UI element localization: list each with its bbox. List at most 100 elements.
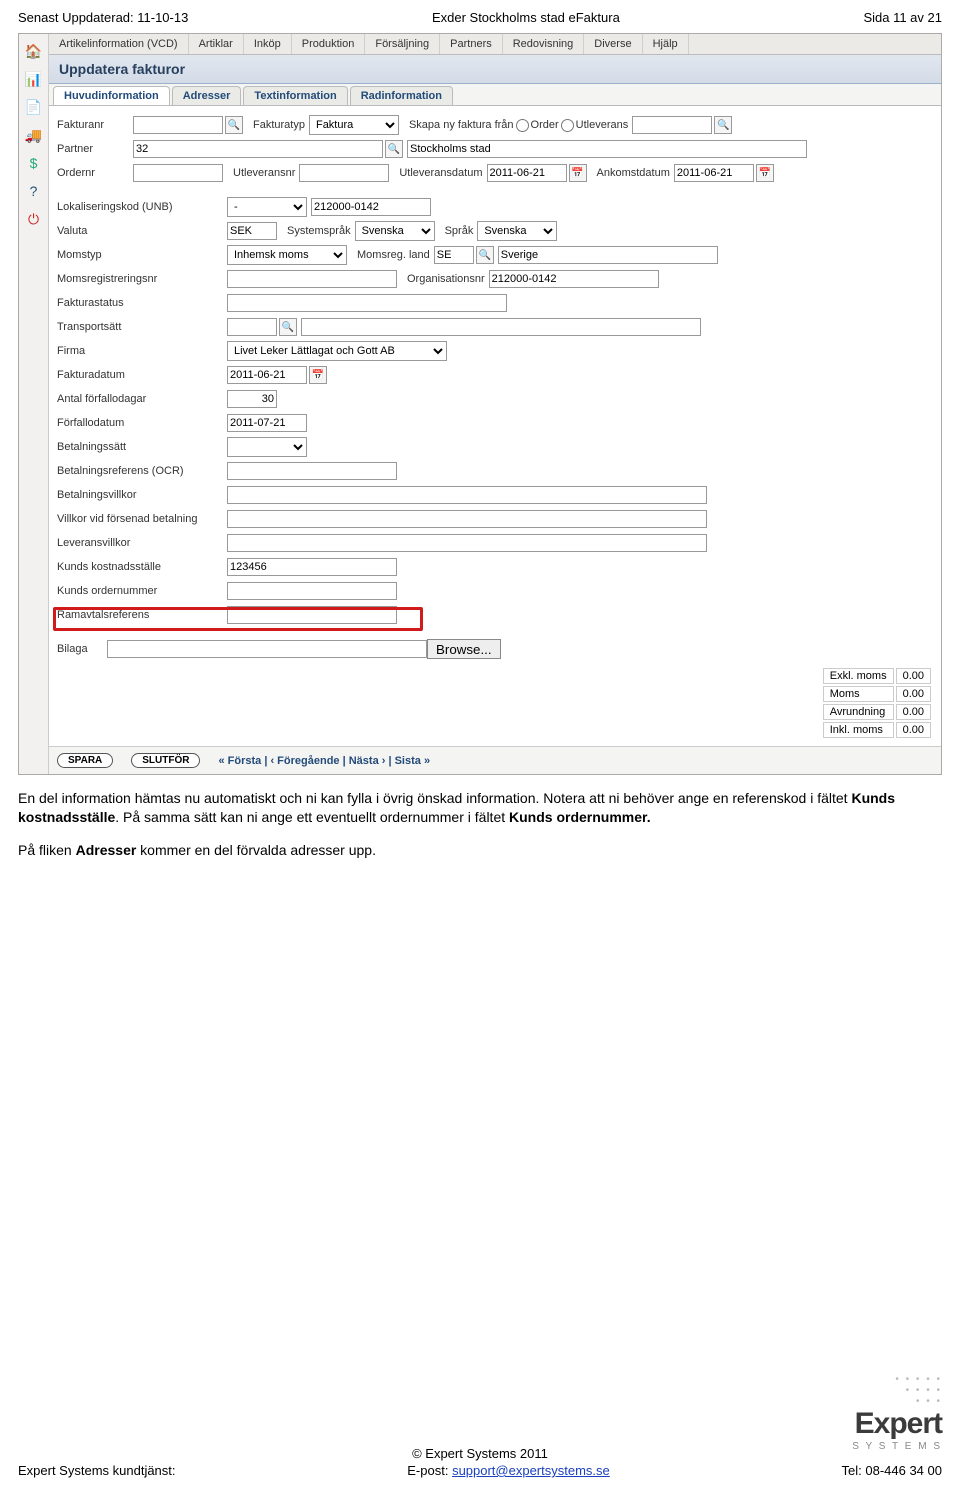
utleveransdatum-input[interactable] xyxy=(487,164,567,182)
menu-hjalp[interactable]: Hjälp xyxy=(643,34,689,54)
forfallodagar-input[interactable] xyxy=(227,390,277,408)
calendar-icon[interactable]: 📅 xyxy=(309,366,327,384)
bilaga-input[interactable] xyxy=(107,640,427,658)
lok-input[interactable] xyxy=(311,198,431,216)
valuta-label: Valuta xyxy=(57,225,227,237)
home-icon[interactable]: 🏠 xyxy=(23,40,45,62)
footer-copyright: © Expert Systems 2011 xyxy=(18,1446,942,1461)
sysspr-select[interactable]: Svenska xyxy=(355,221,435,241)
spara-button[interactable]: SPARA xyxy=(57,753,113,768)
utleveransdatum-label: Utleveransdatum xyxy=(399,167,482,179)
betalvillkor-input[interactable] xyxy=(227,486,707,504)
forfallodatum-input[interactable] xyxy=(227,414,307,432)
skapa-label: Skapa ny faktura från xyxy=(409,119,514,131)
sprak-label: Språk xyxy=(445,225,474,237)
tab-huvudinformation[interactable]: Huvudinformation xyxy=(53,86,170,105)
kundordernr-input[interactable] xyxy=(227,582,397,600)
radio-order[interactable] xyxy=(516,119,529,132)
page-title: Uppdatera fakturor xyxy=(49,55,941,84)
totals-table: Exkl. moms0.00 Moms0.00 Avrundning0.00 I… xyxy=(821,666,933,740)
ordernr-label: Ordernr xyxy=(57,167,133,179)
app-screenshot: 🏠 📊 📄 🚚 $ ? ⏻ Artikelinformation (VCD) A… xyxy=(18,33,942,775)
valuta-input[interactable] xyxy=(227,222,277,240)
fakturastatus-input[interactable] xyxy=(227,294,507,312)
calendar-icon[interactable]: 📅 xyxy=(569,164,587,182)
search-icon[interactable]: 🔍 xyxy=(279,318,297,336)
footer-right: Tel: 08-446 34 00 xyxy=(842,1463,942,1478)
expert-logo: • • • • •• • • •• • • Expert S Y S T E M… xyxy=(852,1374,942,1452)
truck-icon[interactable]: 🚚 xyxy=(23,124,45,146)
browse-button[interactable]: Browse... xyxy=(427,639,501,659)
footer-left: Expert Systems kundtjänst: xyxy=(18,1463,176,1478)
ocr-input[interactable] xyxy=(227,462,397,480)
momsregnr-label: Momsregistreringsnr xyxy=(57,273,227,285)
menu-inkop[interactable]: Inköp xyxy=(244,34,292,54)
forfallodagar-label: Antal förfallodagar xyxy=(57,393,227,405)
forsenad-input[interactable] xyxy=(227,510,707,528)
menu-vcd[interactable]: Artikelinformation (VCD) xyxy=(49,34,189,54)
dollar-icon[interactable]: $ xyxy=(23,152,45,174)
momsregland-label: Momsreg. land xyxy=(357,249,430,261)
menu-diverse[interactable]: Diverse xyxy=(584,34,642,54)
menu-forsaljning[interactable]: Försäljning xyxy=(365,34,440,54)
power-icon[interactable]: ⏻ xyxy=(23,208,45,230)
body-text: En del information hämtas nu automatiskt… xyxy=(18,789,942,860)
momsregland-input[interactable] xyxy=(434,246,474,264)
doc-icon[interactable]: 📄 xyxy=(23,96,45,118)
forsenad-label: Villkor vid försenad betalning xyxy=(57,513,227,525)
fakturadatum-input[interactable] xyxy=(227,366,307,384)
transport-label: Transportsätt xyxy=(57,321,227,333)
partner-label: Partner xyxy=(57,143,133,155)
tab-adresser[interactable]: Adresser xyxy=(172,86,242,105)
avr-val: 0.00 xyxy=(896,704,931,720)
orgnr-input[interactable] xyxy=(489,270,659,288)
sprak-select[interactable]: Svenska xyxy=(477,221,557,241)
ramavtal-input[interactable] xyxy=(227,606,397,624)
avr-label: Avrundning xyxy=(823,704,894,720)
search-icon[interactable]: 🔍 xyxy=(714,116,732,134)
search-icon[interactable]: 🔍 xyxy=(225,116,243,134)
footer-mid: E-post: support@expertsystems.se xyxy=(407,1463,610,1478)
help-icon[interactable]: ? xyxy=(23,180,45,202)
momstyp-select[interactable]: Inhemsk moms xyxy=(227,245,347,265)
menu-redovisning[interactable]: Redovisning xyxy=(503,34,585,54)
skapa-input[interactable] xyxy=(632,116,712,134)
ankomstdatum-input[interactable] xyxy=(674,164,754,182)
tab-textinformation[interactable]: Textinformation xyxy=(243,86,347,105)
leveransvillkor-input[interactable] xyxy=(227,534,707,552)
ordernr-input[interactable] xyxy=(133,164,223,182)
fakturatyp-select[interactable]: Faktura xyxy=(309,115,399,135)
menu-partners[interactable]: Partners xyxy=(440,34,503,54)
chart-icon[interactable]: 📊 xyxy=(23,68,45,90)
search-icon[interactable]: 🔍 xyxy=(476,246,494,264)
transport-input[interactable] xyxy=(227,318,277,336)
forfallodatum-label: Förfallodatum xyxy=(57,417,227,429)
partner-input[interactable] xyxy=(133,140,383,158)
transport-desc[interactable] xyxy=(301,318,701,336)
menu-produktion[interactable]: Produktion xyxy=(292,34,366,54)
utleveransnr-input[interactable] xyxy=(299,164,389,182)
firma-select[interactable]: Livet Leker Lättlagat och Gott AB xyxy=(227,341,447,361)
kostnadsstalle-input[interactable] xyxy=(227,558,397,576)
bilaga-label: Bilaga xyxy=(57,643,107,655)
moms-label: Moms xyxy=(823,686,894,702)
fakturanr-label: Fakturanr xyxy=(57,119,133,131)
momsregnr-input[interactable] xyxy=(227,270,397,288)
kundordernr-label: Kunds ordernummer xyxy=(57,585,227,597)
country-input xyxy=(498,246,718,264)
calendar-icon[interactable]: 📅 xyxy=(756,164,774,182)
kostnadsstalle-label: Kunds kostnadsställe xyxy=(57,561,227,573)
top-menu: Artikelinformation (VCD) Artiklar Inköp … xyxy=(49,34,941,55)
betalningssatt-select[interactable] xyxy=(227,437,307,457)
radio-utleverans[interactable] xyxy=(561,119,574,132)
fakturanr-input[interactable] xyxy=(133,116,223,134)
fakturatyp-label: Fakturatyp xyxy=(253,119,305,131)
exkl-label: Exkl. moms xyxy=(823,668,894,684)
pager-nav[interactable]: « Första | ‹ Föregående | Nästa › | Sist… xyxy=(218,755,430,767)
tab-radinformation[interactable]: Radinformation xyxy=(350,86,453,105)
support-email-link[interactable]: support@expertsystems.se xyxy=(452,1463,610,1478)
search-icon[interactable]: 🔍 xyxy=(385,140,403,158)
menu-artiklar[interactable]: Artiklar xyxy=(189,34,244,54)
lok-select[interactable]: - xyxy=(227,197,307,217)
slutfor-button[interactable]: SLUTFÖR xyxy=(131,753,200,768)
